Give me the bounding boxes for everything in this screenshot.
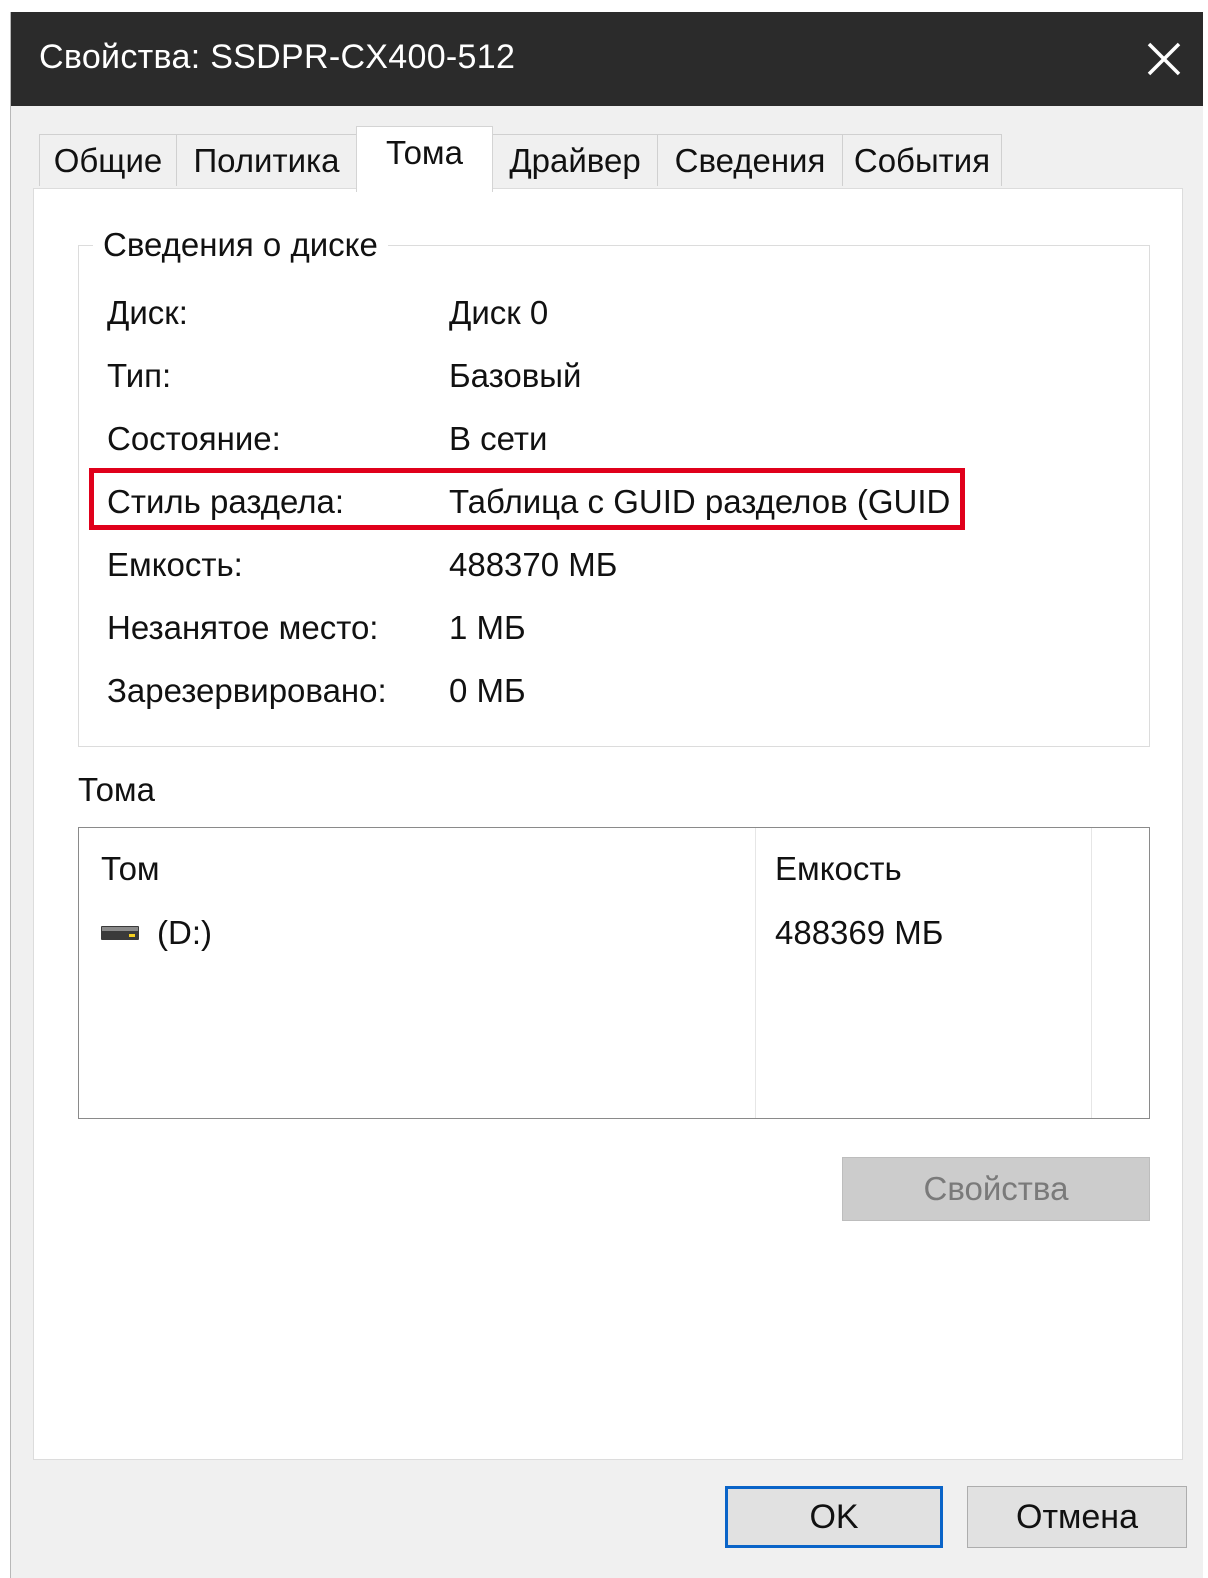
disk-info-group: Сведения о диске Диск: Диск 0 Тип: Базов… [78,226,1150,747]
column-divider[interactable] [755,828,756,1118]
type-row: Тип: Базовый [107,357,1107,413]
tab-volumes[interactable]: Тома [356,126,493,192]
column-header-volume[interactable]: Том [101,850,160,888]
status-label: Состояние: [107,420,281,457]
capacity-value: 488370 МБ [449,546,618,583]
unallocated-row: Незанятое место: 1 МБ [107,609,1107,665]
drive-icon [101,926,139,940]
ok-button[interactable]: OK [725,1486,943,1548]
disk-info-title: Сведения о диске [93,226,388,264]
status-value: В сети [449,420,548,457]
tab-panel-volumes: Сведения о диске Диск: Диск 0 Тип: Базов… [33,188,1183,1460]
unallocated-value: 1 МБ [449,609,526,646]
title-bar: Свойства: SSDPR-CX400-512 [11,12,1203,106]
column-divider-end[interactable] [1091,828,1092,1118]
disk-value: Диск 0 [449,294,549,331]
volume-name-cell[interactable]: (D:) [157,914,212,952]
volume-capacity-cell: 488369 МБ [775,914,944,951]
properties-button[interactable]: Свойства [842,1157,1150,1221]
capacity-row: Емкость: 488370 МБ [107,546,1107,602]
type-label: Тип: [107,357,172,394]
tab-details[interactable]: Сведения [657,134,843,186]
volumes-list[interactable]: Том Емкость (D:) 488369 МБ [78,827,1150,1119]
column-header-capacity[interactable]: Емкость [775,850,902,888]
disk-row: Диск: Диск 0 [107,294,1107,350]
reserved-label: Зарезервировано: [107,672,387,709]
unallocated-label: Незанятое место: [107,609,379,646]
partition-style-row: Стиль раздела: Таблица с GUID разделов (… [107,483,1107,539]
volumes-section-label: Тома [78,771,155,808]
cancel-button[interactable]: Отмена [967,1486,1187,1548]
tab-policy[interactable]: Политика [176,134,357,186]
properties-dialog: Свойства: SSDPR-CX400-512 Общие Политика… [10,12,1203,1578]
window-title: Свойства: SSDPR-CX400-512 [39,38,516,76]
reserved-value: 0 МБ [449,672,526,709]
tab-general[interactable]: Общие [39,134,177,186]
partition-style-label: Стиль раздела: [107,483,345,520]
disk-label: Диск: [107,294,188,331]
tab-driver[interactable]: Драйвер [492,134,658,186]
close-icon [1147,42,1181,76]
tab-events[interactable]: События [842,134,1002,186]
close-button[interactable] [1139,34,1189,84]
reserved-row: Зарезервировано: 0 МБ [107,672,1107,728]
type-value: Базовый [449,357,582,394]
capacity-label: Емкость: [107,546,243,583]
partition-style-value: Таблица с GUID разделов (GUID [449,483,951,520]
